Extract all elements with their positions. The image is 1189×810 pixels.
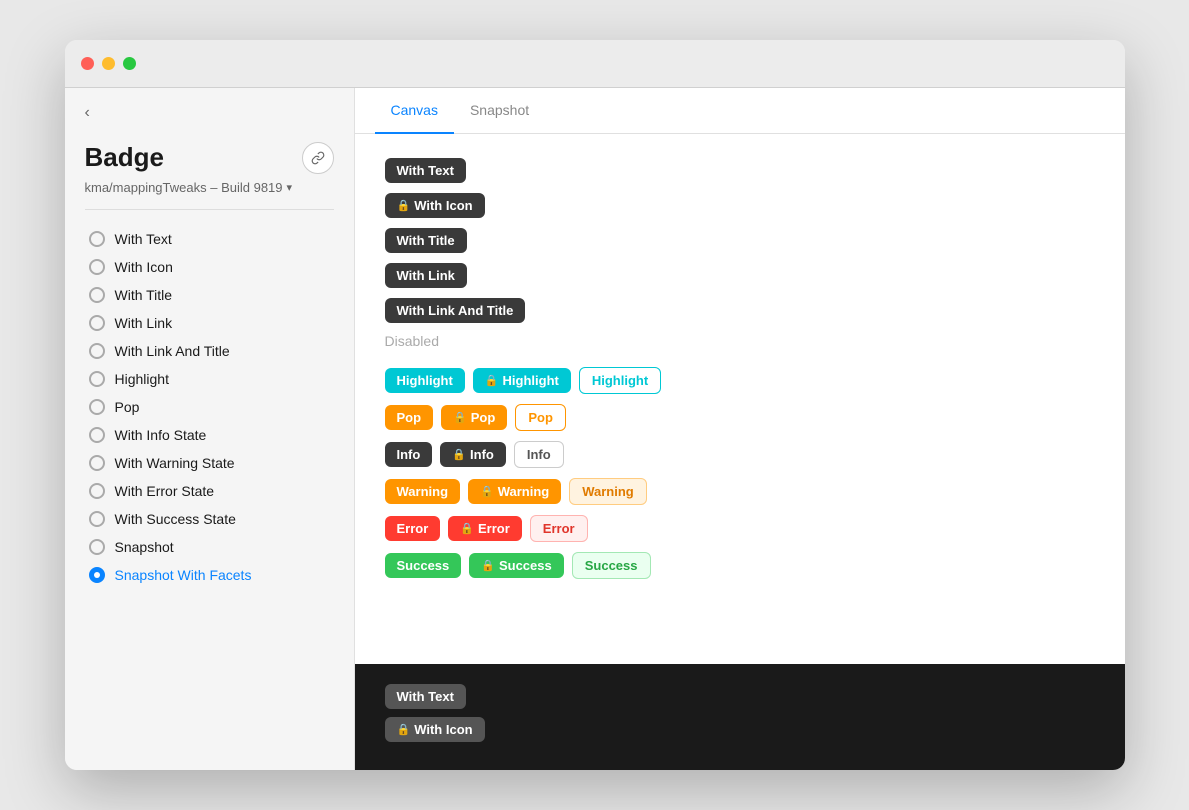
maximize-button[interactable]	[123, 57, 136, 70]
sidebar-item-with-warning-state[interactable]: With Warning State	[85, 450, 334, 476]
radio-snapshot	[89, 539, 105, 555]
badge-pop-outline[interactable]: Pop	[515, 404, 566, 431]
lock-icon-error: 🔒	[460, 522, 474, 535]
sidebar-item-highlight[interactable]: Highlight	[85, 366, 334, 392]
badge-highlight-solid[interactable]: Highlight	[385, 368, 465, 393]
sidebar-item-pop[interactable]: Pop	[85, 394, 334, 420]
lock-icon-info: 🔒	[452, 448, 466, 461]
badge-row-highlight: Highlight 🔒 Highlight Highlight	[385, 367, 1095, 394]
back-button[interactable]: ‹	[85, 104, 334, 122]
badge-with-link[interactable]: With Link	[385, 263, 467, 288]
badge-error-outline[interactable]: Error	[530, 515, 588, 542]
dark-badge-row-with-text: With Text	[385, 684, 1095, 709]
sidebar: ‹ Badge kma/mappingTweaks – Build 9819 ▾	[65, 88, 355, 770]
sidebar-item-with-icon[interactable]: With Icon	[85, 254, 334, 280]
sidebar-title: Badge	[85, 142, 164, 173]
radio-with-title	[89, 287, 105, 303]
canvas-area: With Text 🔒 With Icon With Title With Li…	[355, 134, 1125, 664]
radio-with-warning-state	[89, 455, 105, 471]
badge-with-title[interactable]: With Title	[385, 228, 467, 253]
sidebar-item-with-info-state[interactable]: With Info State	[85, 422, 334, 448]
radio-snapshot-with-facets	[89, 567, 105, 583]
lock-icon-pop: 🔒	[453, 411, 467, 424]
sidebar-item-with-title[interactable]: With Title	[85, 282, 334, 308]
radio-with-error-state	[89, 483, 105, 499]
badge-highlight-outline[interactable]: Highlight	[579, 367, 661, 394]
badge-pop-solid[interactable]: Pop	[385, 405, 434, 430]
badge-success-solid[interactable]: Success	[385, 553, 462, 578]
badge-with-text[interactable]: With Text	[385, 158, 466, 183]
lock-icon: 🔒	[397, 199, 411, 212]
badge-row-info: Info 🔒 Info Info	[385, 441, 1095, 468]
dark-badge-row-with-icon: 🔒 With Icon	[385, 717, 1095, 742]
sidebar-item-snapshot[interactable]: Snapshot	[85, 534, 334, 560]
badge-highlight-icon[interactable]: 🔒 Highlight	[473, 368, 571, 393]
app-window: ‹ Badge kma/mappingTweaks – Build 9819 ▾	[65, 40, 1125, 770]
lock-icon-dark: 🔒	[397, 723, 411, 736]
badge-row-disabled-label: Disabled	[385, 333, 1095, 357]
sidebar-subtitle: kma/mappingTweaks – Build 9819 ▾	[85, 180, 334, 195]
radio-pop	[89, 399, 105, 415]
minimize-button[interactable]	[102, 57, 115, 70]
radio-with-link-and-title	[89, 343, 105, 359]
badge-with-icon[interactable]: 🔒 With Icon	[385, 193, 485, 218]
badge-row-success: Success 🔒 Success Success	[385, 552, 1095, 579]
radio-with-text	[89, 231, 105, 247]
sidebar-divider	[85, 209, 334, 210]
sidebar-item-snapshot-with-facets[interactable]: Snapshot With Facets	[85, 562, 334, 588]
close-button[interactable]	[81, 57, 94, 70]
badge-warning-icon[interactable]: 🔒 Warning	[468, 479, 561, 504]
badge-success-outline[interactable]: Success	[572, 552, 651, 579]
radio-with-info-state	[89, 427, 105, 443]
badge-row-with-text: With Text	[385, 158, 1095, 183]
sidebar-item-with-text[interactable]: With Text	[85, 226, 334, 252]
badge-row-with-link: With Link	[385, 263, 1095, 288]
sidebar-title-area: Badge	[85, 142, 334, 174]
lock-icon-success: 🔒	[481, 559, 495, 572]
badge-row-with-title: With Title	[385, 228, 1095, 253]
sidebar-item-with-link[interactable]: With Link	[85, 310, 334, 336]
disabled-label: Disabled	[385, 333, 439, 349]
radio-with-icon	[89, 259, 105, 275]
sidebar-item-with-link-and-title[interactable]: With Link And Title	[85, 338, 334, 364]
badge-pop-icon[interactable]: 🔒 Pop	[441, 405, 507, 430]
badge-row-warning: Warning 🔒 Warning Warning	[385, 478, 1095, 505]
traffic-lights	[81, 57, 136, 70]
tab-snapshot[interactable]: Snapshot	[454, 88, 545, 134]
badge-warning-solid[interactable]: Warning	[385, 479, 461, 504]
chevron-down-icon: ▾	[287, 181, 293, 194]
badge-row-pop: Pop 🔒 Pop Pop	[385, 404, 1095, 431]
lock-icon-highlight: 🔒	[485, 374, 499, 387]
badge-row-error: Error 🔒 Error Error	[385, 515, 1095, 542]
badge-info-outline[interactable]: Info	[514, 441, 564, 468]
radio-highlight	[89, 371, 105, 387]
badge-with-link-and-title[interactable]: With Link And Title	[385, 298, 526, 323]
dark-badge-with-text[interactable]: With Text	[385, 684, 466, 709]
radio-with-link	[89, 315, 105, 331]
titlebar	[65, 40, 1125, 88]
link-icon	[311, 151, 325, 165]
badge-warning-outline[interactable]: Warning	[569, 478, 647, 505]
badge-error-icon[interactable]: 🔒 Error	[448, 516, 522, 541]
badge-success-icon[interactable]: 🔒 Success	[469, 553, 563, 578]
main-content: ‹ Badge kma/mappingTweaks – Build 9819 ▾	[65, 88, 1125, 770]
tab-canvas[interactable]: Canvas	[375, 88, 454, 134]
tabs-bar: Canvas Snapshot	[355, 88, 1125, 134]
lock-icon-warning: 🔒	[480, 485, 494, 498]
badge-info-solid[interactable]: Info	[385, 442, 433, 467]
badge-error-solid[interactable]: Error	[385, 516, 441, 541]
right-panel: Canvas Snapshot With Text 🔒 With Icon	[355, 88, 1125, 770]
nav-list: With Text With Icon With Title With Link…	[85, 226, 334, 588]
badge-info-icon[interactable]: 🔒 Info	[440, 442, 506, 467]
radio-with-success-state	[89, 511, 105, 527]
sidebar-item-with-error-state[interactable]: With Error State	[85, 478, 334, 504]
dark-section: With Text 🔒 With Icon	[355, 664, 1125, 770]
badge-row-with-icon: 🔒 With Icon	[385, 193, 1095, 218]
sidebar-item-with-success-state[interactable]: With Success State	[85, 506, 334, 532]
badge-row-with-link-and-title: With Link And Title	[385, 298, 1095, 323]
link-icon-button[interactable]	[302, 142, 334, 174]
dark-badge-with-icon[interactable]: 🔒 With Icon	[385, 717, 485, 742]
